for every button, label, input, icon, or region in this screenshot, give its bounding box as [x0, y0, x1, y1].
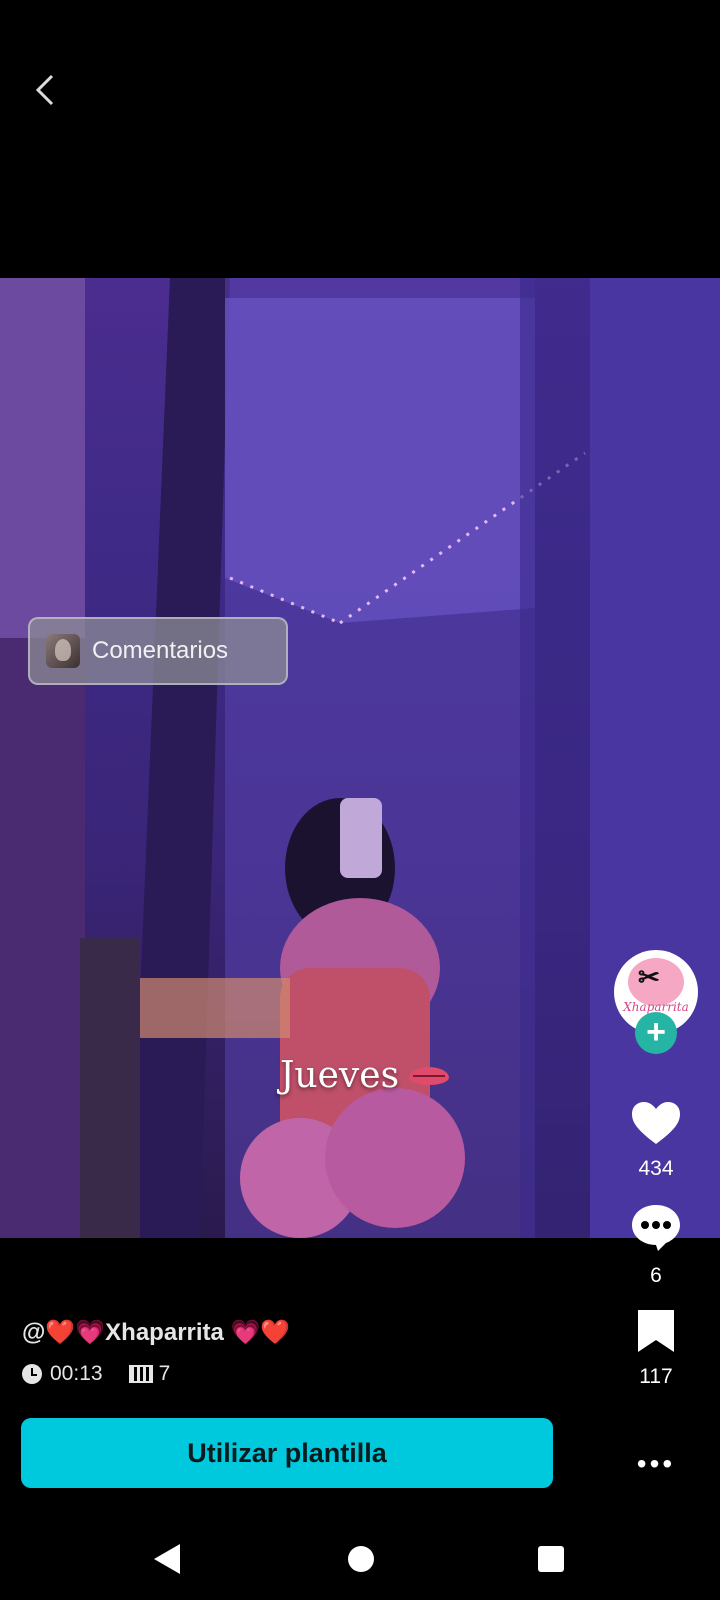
nav-home-icon[interactable]: [348, 1546, 374, 1572]
creator-avatar-button[interactable]: ✂ Xhaparrita +: [614, 950, 698, 1054]
comment-bubble-icon: [632, 1205, 680, 1251]
comment-count: 6: [650, 1264, 662, 1287]
like-count: 434: [638, 1157, 674, 1180]
template-meta: 00:13 7: [22, 1362, 170, 1386]
video-caption-text: Jueves: [280, 1055, 400, 1096]
clips-icon: [128, 1365, 153, 1383]
chevron-left-icon: [35, 74, 54, 106]
nav-recents-icon[interactable]: [538, 1546, 564, 1572]
capcut-logo-icon: ✂: [638, 962, 660, 992]
comments-chip-label: Comentarios: [92, 637, 229, 664]
username[interactable]: @❤️💗Xhaparrita 💗❤️: [22, 1318, 290, 1347]
comments-chip[interactable]: Comentarios: [28, 617, 288, 685]
save-count: 117: [639, 1365, 673, 1388]
clip-count: 7: [158, 1362, 171, 1385]
system-nav-bar: [0, 1530, 720, 1600]
clock-icon: [22, 1364, 42, 1384]
comment-button[interactable]: 6: [614, 1203, 698, 1288]
back-button[interactable]: [28, 70, 68, 110]
save-button[interactable]: 117: [614, 1308, 698, 1389]
nav-back-icon[interactable]: [154, 1544, 180, 1574]
video-caption: Jueves: [280, 1055, 450, 1096]
more-options-button[interactable]: •••: [614, 1448, 698, 1480]
video-player[interactable]: Comentarios Jueves: [0, 278, 720, 1238]
duration: 00:13: [50, 1362, 103, 1385]
heart-icon: [632, 1102, 680, 1144]
avatar: [46, 634, 80, 668]
like-button[interactable]: 434: [614, 1100, 698, 1181]
bookmark-icon: [638, 1310, 674, 1352]
follow-button[interactable]: +: [635, 1012, 677, 1054]
use-template-button[interactable]: Utilizar plantilla: [21, 1418, 553, 1488]
lips-icon: [409, 1066, 450, 1085]
